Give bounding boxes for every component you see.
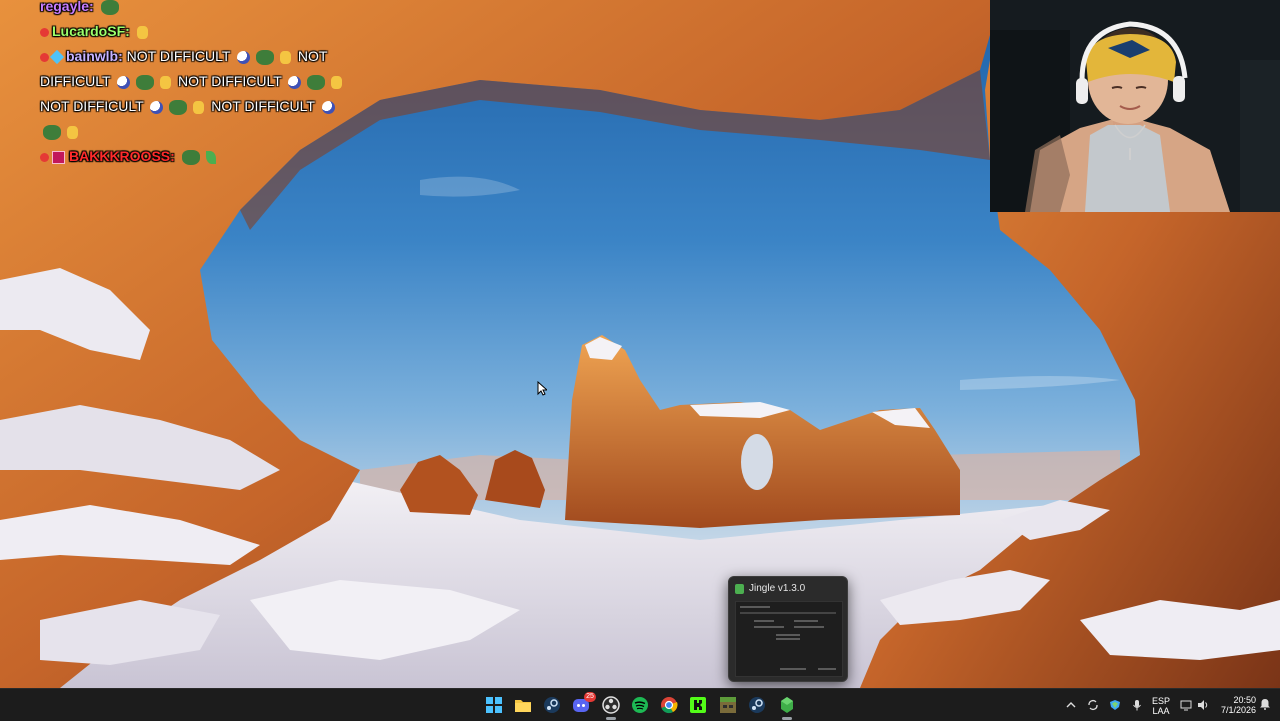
mouse-cursor-icon — [537, 381, 547, 396]
sync-icon[interactable] — [1087, 699, 1099, 711]
file-explorer-icon — [515, 700, 531, 712]
chat-text: NOT DIFFICULT — [40, 98, 144, 114]
clock[interactable]: 20:50 7/1/2026 — [1212, 695, 1256, 715]
jingle-button[interactable] — [777, 695, 797, 720]
steam-icon — [544, 697, 560, 713]
frog-emote-icon — [169, 99, 188, 115]
clock-time: 20:50 — [1233, 695, 1256, 705]
chat-message: regayle: — [40, 0, 360, 19]
keyboard-layout-code: LAA — [1152, 706, 1170, 716]
notification-badge: 25 — [584, 692, 596, 702]
chrome-icon — [661, 697, 678, 714]
chat-username: regayle: — [40, 0, 94, 14]
chat-overlay: regayle: LucardoSF: bainwlb: NOT DIFFICU… — [40, 0, 360, 169]
chat-message: LucardoSF: — [40, 19, 360, 44]
show-hidden-icons-button[interactable] — [1064, 695, 1078, 715]
soccer-ball-emote-icon — [321, 100, 335, 114]
window-preview — [735, 601, 843, 677]
steam-button-2[interactable] — [747, 695, 767, 715]
frog-emote-icon — [136, 74, 155, 90]
minecraft-launcher-button[interactable] — [718, 695, 738, 715]
badge-icon — [40, 152, 49, 162]
spotify-button[interactable] — [630, 695, 650, 715]
sub-badge-icon — [52, 150, 65, 164]
thumbnail-title: Jingle v1.3.0 — [749, 583, 806, 594]
steam-button[interactable] — [542, 695, 562, 715]
spotify-icon — [632, 697, 648, 713]
jingle-icon — [781, 697, 793, 713]
windows-start-icon — [486, 697, 502, 713]
file-explorer-button[interactable] — [513, 695, 533, 715]
obs-button[interactable] — [601, 695, 621, 720]
pinch-hand-emote-icon — [67, 125, 78, 139]
frog-emote-icon — [181, 149, 200, 165]
pinch-hand-emote-icon — [280, 50, 292, 64]
notification-bell-icon[interactable] — [1259, 698, 1271, 710]
jingle-window-thumbnail[interactable]: Jingle v1.3.0 — [728, 576, 848, 682]
soccer-ball-emote-icon — [288, 75, 302, 89]
chat-username: BAKKKROOSS: — [69, 148, 175, 164]
microphone-icon[interactable] — [1131, 699, 1143, 711]
discord-button[interactable]: 25 — [572, 692, 596, 715]
badge-icon — [40, 52, 49, 62]
windows-start-button[interactable] — [484, 695, 504, 715]
frog-emote-icon — [256, 49, 275, 65]
kick-button[interactable] — [688, 695, 708, 715]
emote-icon — [136, 25, 148, 39]
obs-icon — [602, 696, 620, 714]
chrome-button[interactable] — [659, 695, 679, 715]
chevron-up-icon — [1066, 702, 1076, 708]
chat-text: NOT DIFFICULT — [178, 73, 282, 89]
network-icon[interactable] — [1180, 699, 1192, 711]
webcam-overlay — [990, 0, 1280, 212]
chat-message: bainwlb: NOT DIFFICULT NOT DIFFICULT NOT… — [40, 44, 360, 144]
jingle-icon — [735, 584, 744, 594]
soccer-ball-emote-icon — [150, 100, 164, 114]
clock-date: 7/1/2026 — [1220, 705, 1256, 715]
language-code: ESP — [1151, 696, 1170, 706]
chat-text: NOT DIFFICULT — [211, 98, 315, 114]
kick-icon — [690, 697, 706, 713]
chat-text: NOT DIFFICULT — [126, 48, 231, 64]
soccer-ball-emote-icon — [117, 75, 131, 89]
chat-username: LucardoSF: — [52, 23, 130, 39]
emote-icon — [100, 0, 119, 15]
input-language-indicator[interactable]: ESP LAA — [1150, 696, 1172, 716]
webcam-feed — [990, 0, 1280, 212]
chat-message: BAKKKROOSS: — [40, 144, 360, 169]
pinch-hand-emote-icon — [160, 75, 172, 89]
frog-emote-icon — [43, 124, 61, 140]
minecraft-launcher-icon — [720, 697, 736, 713]
pinch-hand-emote-icon — [193, 100, 205, 114]
soccer-ball-emote-icon — [237, 50, 251, 64]
gem-badge-icon — [49, 50, 65, 65]
shield-icon[interactable] — [1109, 699, 1121, 711]
steam-icon — [749, 697, 765, 713]
frog-emote-icon — [307, 74, 326, 90]
pinch-hand-emote-icon — [331, 75, 343, 89]
taskbar: 25 ESP LAA 20:50 7/1/2026 — [0, 688, 1280, 721]
leaf-emote-icon — [205, 150, 216, 164]
volume-icon[interactable] — [1197, 699, 1209, 711]
chat-username: bainwlb: — [66, 48, 123, 64]
badge-icon — [40, 27, 49, 37]
